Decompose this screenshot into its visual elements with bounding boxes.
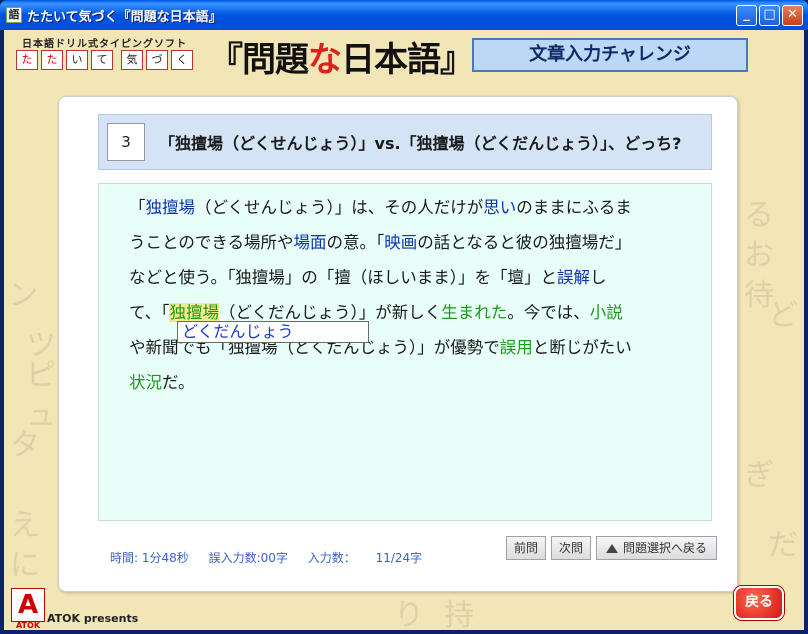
highlighted-word: 誤用 [499,338,533,357]
kana-box: く [171,50,193,70]
elapsed-time: 時間: 1分48秒 [110,551,189,565]
background-glyph: 持 [444,598,474,630]
passage-text: し [590,268,607,287]
highlighted-word: 生まれた [441,303,508,322]
title-bar: 語 たたいて気づく『問題な日本語』 _ □ ✕ [0,0,808,30]
background-glyph: だ [768,528,798,563]
highlighted-word: 思い [483,198,517,217]
highlighted-word: 独擅場 [145,198,196,217]
passage-text: て、「 [129,303,170,322]
eject-icon [605,544,618,553]
ime-candidate-box[interactable]: どくだんじょう [177,321,369,343]
typing-area[interactable]: 「独擅場（どくせんじょう）」は、その人だけが思いのままにふるま うことのできる場… [98,183,712,521]
app-logo: 『問題な日本語』 [209,32,474,81]
prev-question-button[interactable]: 前問 [506,536,546,560]
background-glyph: ン [8,278,38,313]
passage-text: のままにふるま [516,198,632,217]
passage-text: （どくだんじょう）」が新しく [218,303,442,322]
highlighted-word: 場面 [293,233,327,252]
highlighted-word: 状況 [129,373,162,392]
background-glyph: る [744,198,774,233]
kana-box: た [16,50,38,70]
atok-presents: ATOK presents [47,612,139,625]
passage-text: だ。 [162,373,195,392]
input-count: 11/24字 [375,551,423,565]
header: 日本語ドリル式タイピングソフト た た い て 気 づ く 『問題な日本語』 文… [4,30,804,82]
app-icon: 語 [6,7,22,23]
question-number: 3 [107,123,145,161]
passage-text: の話となると彼の独擅場だ」 [417,233,632,252]
question-header: 3 「独擅場（どくせんじょう）」vs.「独擅場（どくだんじょう）」、どっち? [98,114,712,170]
back-to-select-button[interactable]: 問題選択へ戻る [596,536,717,560]
passage-text: （どくせんじょう）」は、その人だけが [195,198,484,217]
passage-text: と断じがたい [532,338,632,357]
kana-box: い [66,50,88,70]
passage-line: うことのできる場所や場面の意。「映画の話となると彼の独擅場だ」 [129,229,631,253]
logo-part: な [308,40,342,80]
passage-line: 「独擅場（どくせんじょう）」は、その人だけが思いのままにふるま [129,194,632,218]
atok-small-label: ATOK [15,621,41,630]
next-question-button[interactable]: 次問 [551,536,591,560]
back-button[interactable]: 戻る [734,586,784,620]
close-button[interactable]: ✕ [782,5,803,26]
background-glyph: り [394,598,424,630]
question-title: 「独擅場（どくせんじょう）」vs.「独擅場（どくだんじょう）」、どっち? [159,134,682,153]
minimize-button[interactable]: _ [736,5,757,26]
atok-icon: A [11,588,45,622]
maximize-button[interactable]: □ [759,5,780,26]
header-subtitle: 日本語ドリル式タイピングソフト [22,39,187,50]
kana-box: づ [146,50,168,70]
logo-part: 日本語』 [341,40,474,80]
error-count: 誤入力数:00字 [208,551,288,565]
passage-text: 「 [129,198,146,217]
background-glyph: ピ [26,358,56,393]
highlighted-word: 映画 [384,233,418,252]
challenge-label: 文章入力チャレンジ [472,38,748,72]
passage-text: うことのできる場所や [129,233,294,252]
passage-text: 。今では、 [507,303,590,322]
passage-line: などと使う。「独擅場」の「擅（ほしいまま）」を「壇」と誤解し [129,264,607,288]
window-title: たたいて気づく『問題な日本語』 [27,10,222,25]
kana-box: 気 [121,50,143,70]
background-glyph: ぎ [744,458,774,493]
logo-part: 『問題 [209,40,309,80]
kana-box: て [91,50,113,70]
passage-text: などと使う。「独擅場」の「擅（ほしいまま）」を「壇」と [129,268,558,287]
app-frame: ン タ ツ ピ ュ え に る お 待 ど だ ぎ 持 り 日本語ドリル式タイピ… [4,30,804,630]
highlighted-word: 独擅場 [169,303,219,322]
back-to-select-label: 問題選択へ戻る [622,541,707,555]
status-bar: 時間: 1分48秒 誤入力数:00字 入力数： 11/24字 [110,549,438,566]
highlighted-word: 小説 [589,303,623,322]
passage-line: 状況だ。 [129,369,195,393]
background-glyph: お [744,238,774,273]
background-glyph: え [10,508,40,543]
question-panel: 3 「独擅場（どくせんじょう）」vs.「独擅場（どくだんじょう）」、どっち? 「… [58,96,738,592]
passage-line: て、「独擅場（どくだんじょう）」が新しく生まれた。今では、小説 [129,299,623,323]
highlighted-word: 誤解 [557,268,591,287]
background-glyph: ュ [26,398,56,433]
input-count-label: 入力数： [307,551,356,565]
background-glyph: ど [768,298,798,333]
passage-text: の意。「 [326,233,385,252]
kana-box: た [41,50,63,70]
background-glyph: に [10,548,40,583]
